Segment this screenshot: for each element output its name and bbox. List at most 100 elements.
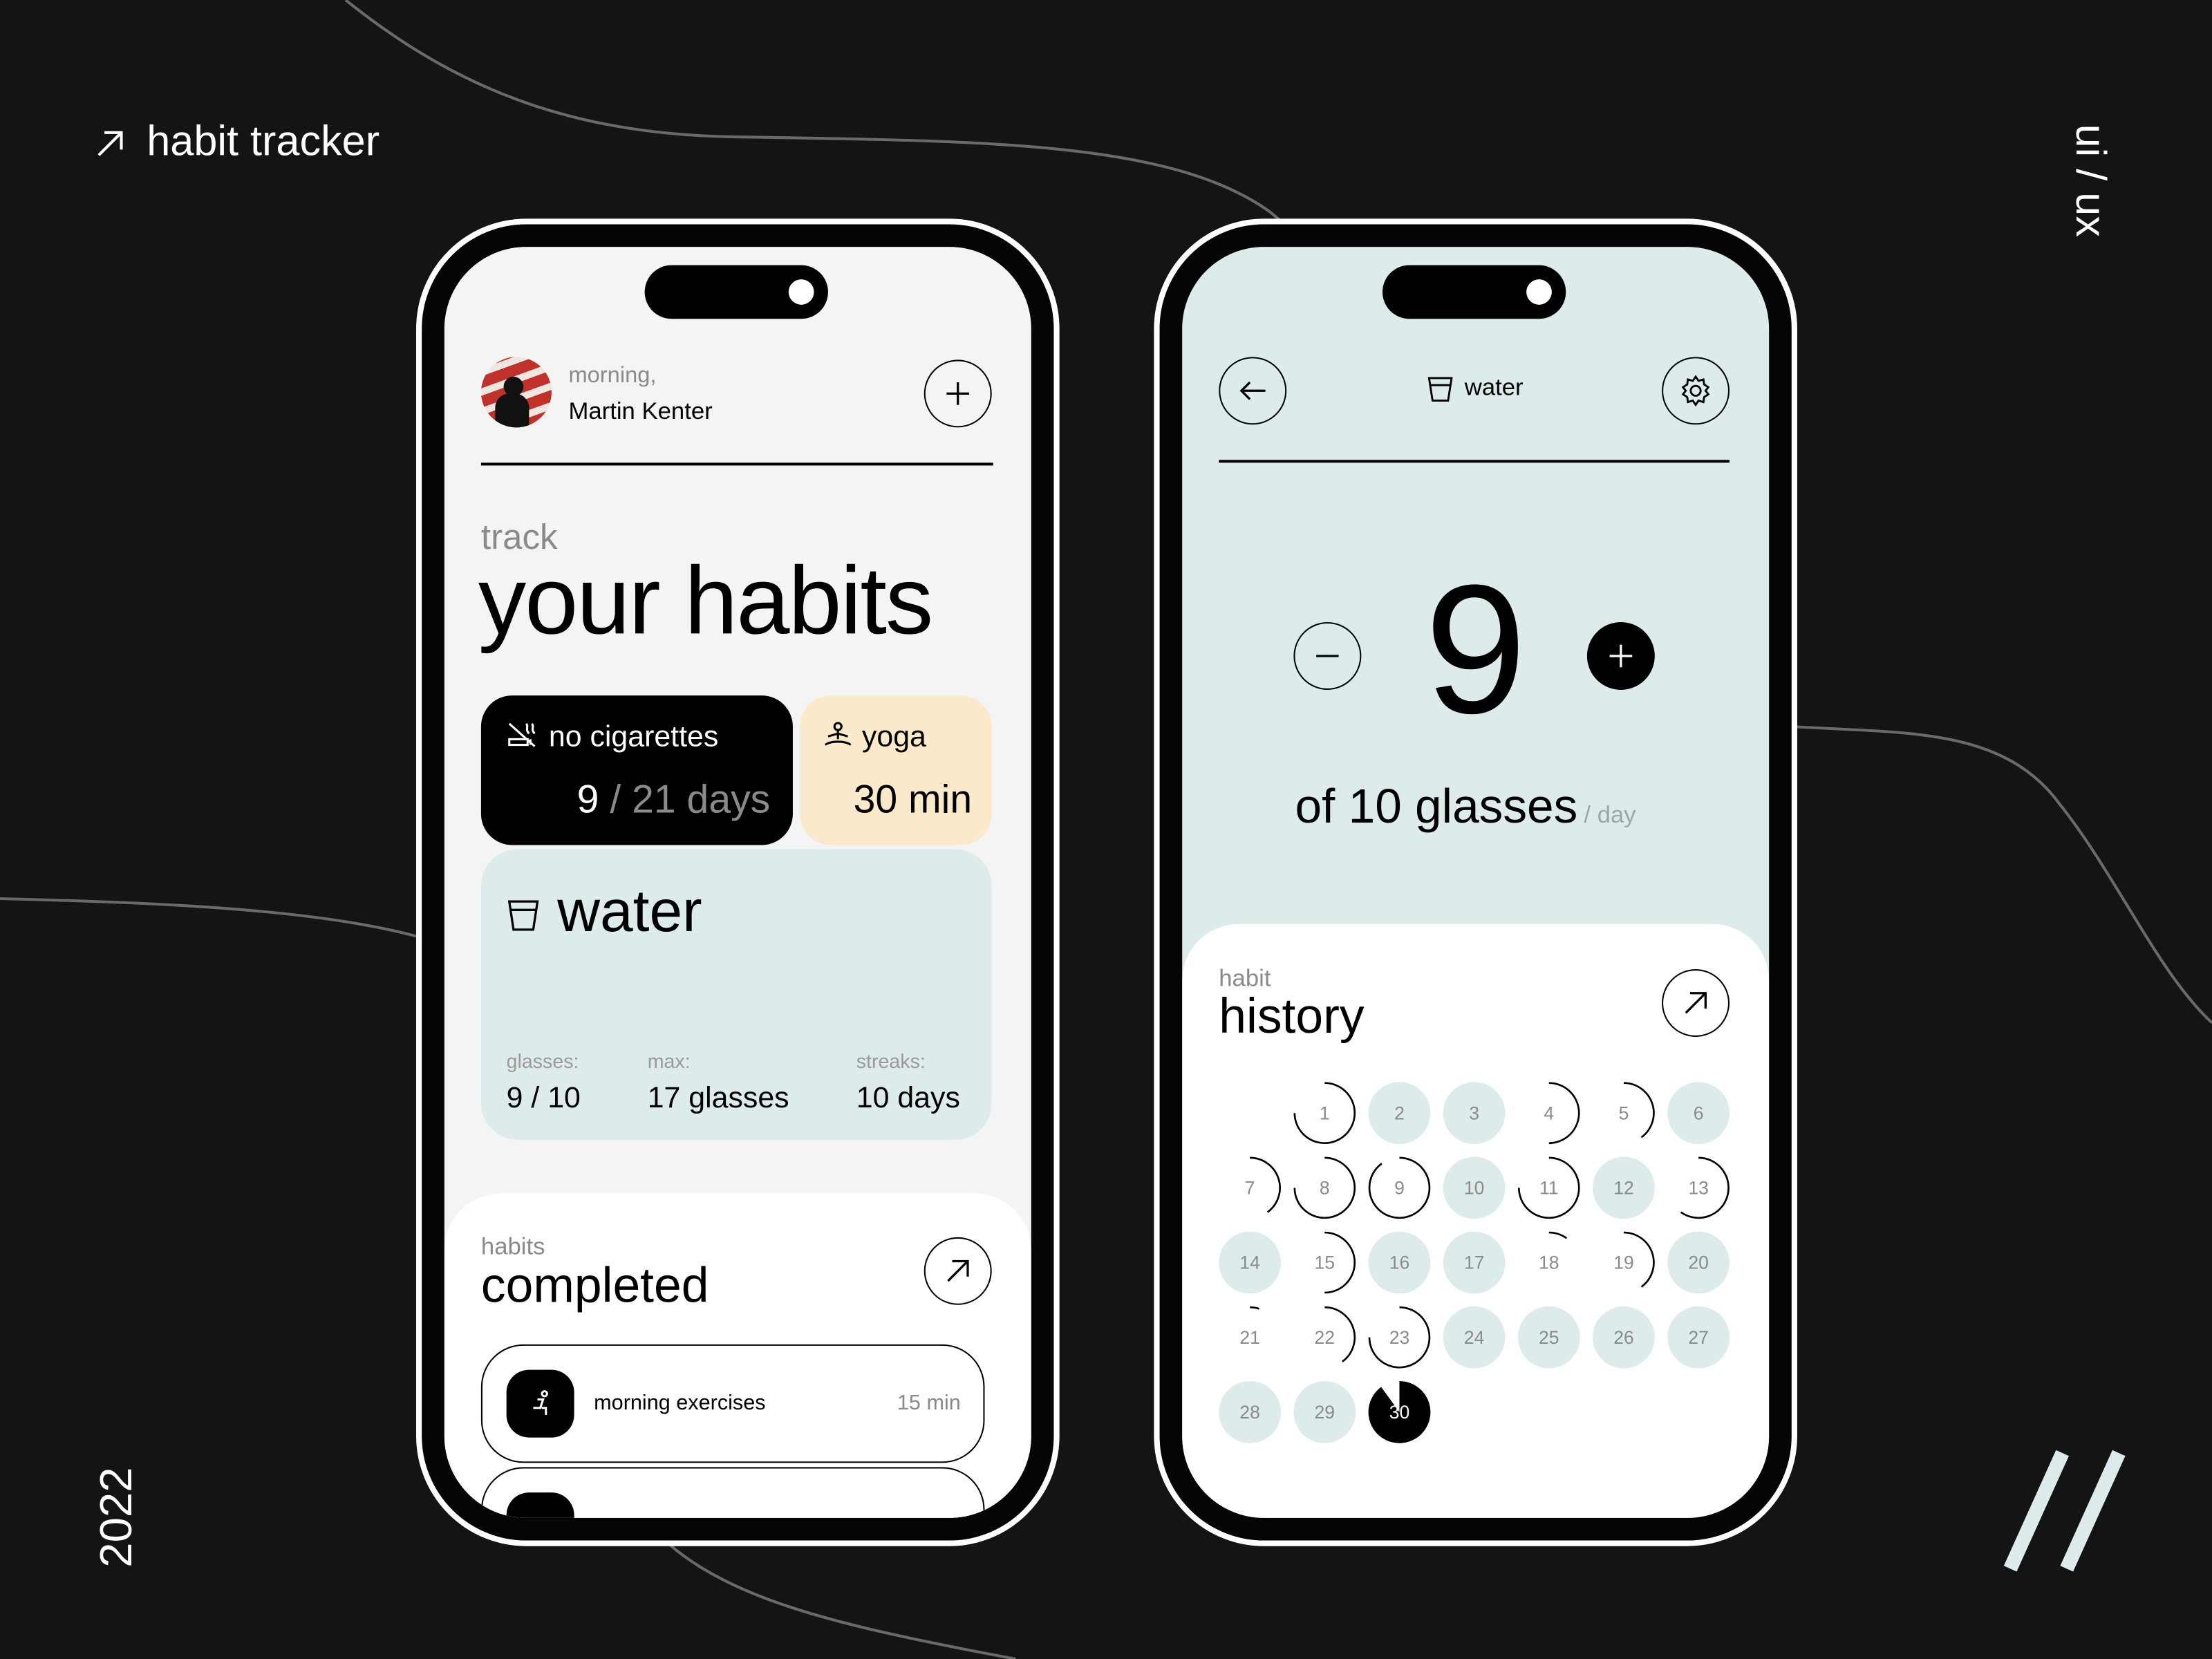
greeting: morning,: [568, 364, 657, 388]
day-number: 27: [1688, 1327, 1709, 1348]
card-value: 9: [577, 777, 599, 821]
day-number: 12: [1613, 1178, 1634, 1199]
calendar-day[interactable]: 12: [1593, 1156, 1655, 1219]
divider: [1219, 460, 1730, 462]
page-title: your habits: [478, 547, 933, 655]
day-number: 17: [1464, 1253, 1484, 1273]
card-title: no cigarettes: [548, 720, 719, 753]
background-curves: [0, 0, 2212, 1659]
dynamic-island: [1382, 265, 1566, 319]
day-number: 18: [1539, 1253, 1559, 1273]
day-number: 4: [1544, 1103, 1554, 1123]
calendar-day[interactable]: 20: [1667, 1231, 1730, 1294]
home-screen: morning, Martin Kenter track your habits…: [444, 247, 1031, 1518]
card-title: water: [557, 877, 702, 944]
card-water[interactable]: water glasses: 9 / 10 max: 17 glasses st…: [480, 849, 992, 1140]
cup-icon: [1428, 376, 1454, 401]
calendar-day[interactable]: 21: [1239, 1306, 1260, 1348]
minus-icon: [1316, 655, 1339, 657]
calendar-day[interactable]: 9: [1368, 1156, 1431, 1219]
calendar-day[interactable]: 7: [1245, 1156, 1281, 1213]
day-number: 29: [1315, 1402, 1335, 1423]
calendar-day[interactable]: 29: [1293, 1380, 1356, 1443]
section-small: habits: [480, 1232, 545, 1260]
calendar-day[interactable]: 25: [1517, 1306, 1580, 1369]
stat-value: 17 glasses: [647, 1082, 789, 1115]
calendar-day[interactable]: 10: [1443, 1156, 1506, 1219]
card-yoga[interactable]: yoga 30 min: [800, 695, 992, 845]
stat-value: 10 days: [856, 1082, 960, 1115]
calendar-day[interactable]: 28: [1219, 1380, 1282, 1443]
card-no-cigarettes[interactable]: no cigarettes 9 / 21 days: [480, 695, 793, 845]
day-number: 19: [1613, 1253, 1634, 1273]
calendar-day[interactable]: 1: [1293, 1082, 1356, 1144]
calendar-day[interactable]: 6: [1667, 1082, 1730, 1145]
brand-title: habit tracker: [93, 118, 379, 166]
day-number: 15: [1315, 1253, 1335, 1273]
history-sheet: habit history 1 2 3 4 5 6 7 8 9 10 11 12 13 14 15 16 17 1…: [1182, 924, 1770, 1518]
history-calendar: 1 2 3 4 5 67 8 9 10 11 12 1314 15 16 17 18 19 2021 22 23 24 2…: [1219, 1082, 1730, 1443]
calendar-day[interactable]: 26: [1593, 1306, 1655, 1369]
day-number: 2: [1394, 1103, 1405, 1123]
day-number: 3: [1469, 1103, 1479, 1123]
divider: [480, 462, 993, 465]
stat-label: glasses:: [506, 1049, 579, 1073]
calendar-day[interactable]: 19: [1613, 1231, 1655, 1288]
calendar-day[interactable]: 14: [1219, 1231, 1282, 1294]
add-habit-button[interactable]: [924, 359, 992, 428]
card-title: yoga: [861, 720, 926, 753]
detail-screen: water 9 of 10 glasses / day habit histor…: [1182, 247, 1770, 1518]
day-number: 25: [1539, 1327, 1559, 1348]
increment-button[interactable]: [1586, 621, 1655, 690]
item-duration: 15 min: [897, 1391, 961, 1415]
completed-sheet: habits completed morning exercises 15 mi…: [444, 1193, 1031, 1518]
settings-button[interactable]: [1662, 357, 1730, 425]
no-smoking-icon: [508, 722, 536, 747]
goal-text: of 10 glasses: [1295, 780, 1578, 834]
calendar-day[interactable]: 3: [1443, 1082, 1506, 1145]
year-label: 2022: [90, 1467, 142, 1568]
day-number: 7: [1245, 1178, 1255, 1199]
day-number: 21: [1239, 1327, 1259, 1348]
calendar-day[interactable]: 13: [1680, 1156, 1730, 1219]
arrow-up-right-icon: [947, 1259, 969, 1282]
calendar-day[interactable]: 27: [1667, 1306, 1730, 1369]
exercise-icon: [506, 1369, 574, 1438]
list-item[interactable]: [480, 1467, 985, 1518]
card-value: 30 min: [853, 777, 973, 821]
user-name: Martin Kenter: [568, 397, 713, 425]
calendar-day[interactable]: 30: [1368, 1380, 1431, 1443]
decrement-button[interactable]: [1293, 621, 1362, 690]
day-number: 8: [1320, 1178, 1330, 1199]
day-number: 16: [1389, 1253, 1409, 1273]
calendar-day[interactable]: 4: [1544, 1082, 1580, 1144]
cup-icon: [507, 900, 539, 931]
calendar-day[interactable]: 24: [1443, 1306, 1506, 1369]
calendar-day[interactable]: 17: [1443, 1231, 1506, 1294]
day-number: 1: [1320, 1103, 1330, 1123]
day-number: 13: [1688, 1178, 1709, 1199]
calendar-day[interactable]: 18: [1539, 1231, 1568, 1273]
open-completed-button[interactable]: [924, 1237, 992, 1305]
avatar[interactable]: [480, 357, 552, 428]
slashes-logo: [2003, 1450, 2126, 1572]
day-number: 5: [1619, 1103, 1629, 1123]
calendar-day[interactable]: 16: [1368, 1231, 1431, 1294]
goal-unit: / day: [1584, 801, 1636, 828]
section-title: completed: [480, 1258, 709, 1313]
calendar-day[interactable]: 2: [1368, 1082, 1431, 1145]
day-number: 28: [1239, 1402, 1259, 1423]
calendar-day[interactable]: 23: [1368, 1306, 1431, 1369]
calendar-day[interactable]: 15: [1315, 1231, 1356, 1294]
calendar-day[interactable]: 11: [1518, 1156, 1580, 1219]
day-number: 22: [1315, 1327, 1335, 1348]
calendar-day[interactable]: 5: [1619, 1082, 1655, 1138]
list-item[interactable]: morning exercises 15 min: [480, 1344, 985, 1463]
calendar-day[interactable]: 22: [1315, 1306, 1356, 1362]
plus-icon: [946, 382, 970, 405]
plus-icon: [1609, 644, 1633, 668]
card-total: / 21 days: [610, 777, 771, 821]
progress-arc: [1250, 1306, 1259, 1310]
day-number: 6: [1694, 1103, 1704, 1123]
calendar-day[interactable]: 8: [1293, 1156, 1356, 1219]
